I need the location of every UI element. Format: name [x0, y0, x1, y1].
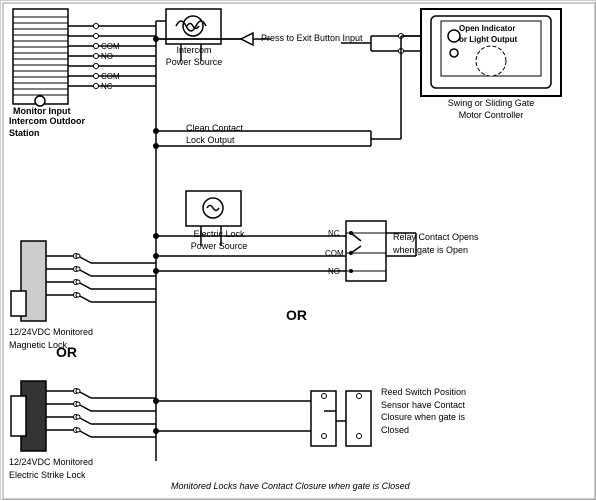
relay-contact-label: Relay Contact Opens when gate is Open — [393, 231, 479, 256]
wiring-diagram: COM NO COM NC — [0, 0, 596, 500]
press-exit-label: Press to Exit Button Input — [261, 33, 363, 45]
magnetic-lock-label: 12/24VDC Monitored Magnetic Lock — [9, 326, 93, 351]
intercom-outdoor-label: Intercom Outdoor Station — [9, 116, 85, 139]
intercom-power-label: Intercom Power Source — [164, 45, 224, 68]
electric-strike-label: 12/24VDC Monitored Electric Strike Lock — [9, 456, 93, 481]
or-middle-label: OR — [286, 306, 307, 324]
motor-controller-label: Swing or Sliding Gate Motor Controller — [426, 98, 556, 121]
reed-switch-label: Reed Switch Position Sensor have Contact… — [381, 386, 466, 436]
open-indicator-label: Open Indicator or Light Output — [459, 23, 517, 45]
monitored-locks-footer: Monitored Locks have Contact Closure whe… — [171, 481, 410, 493]
clean-contact-label: Clean Contact Lock Output — [186, 123, 243, 146]
electric-lock-power-label: Electric Lock Power Source — [184, 229, 254, 252]
